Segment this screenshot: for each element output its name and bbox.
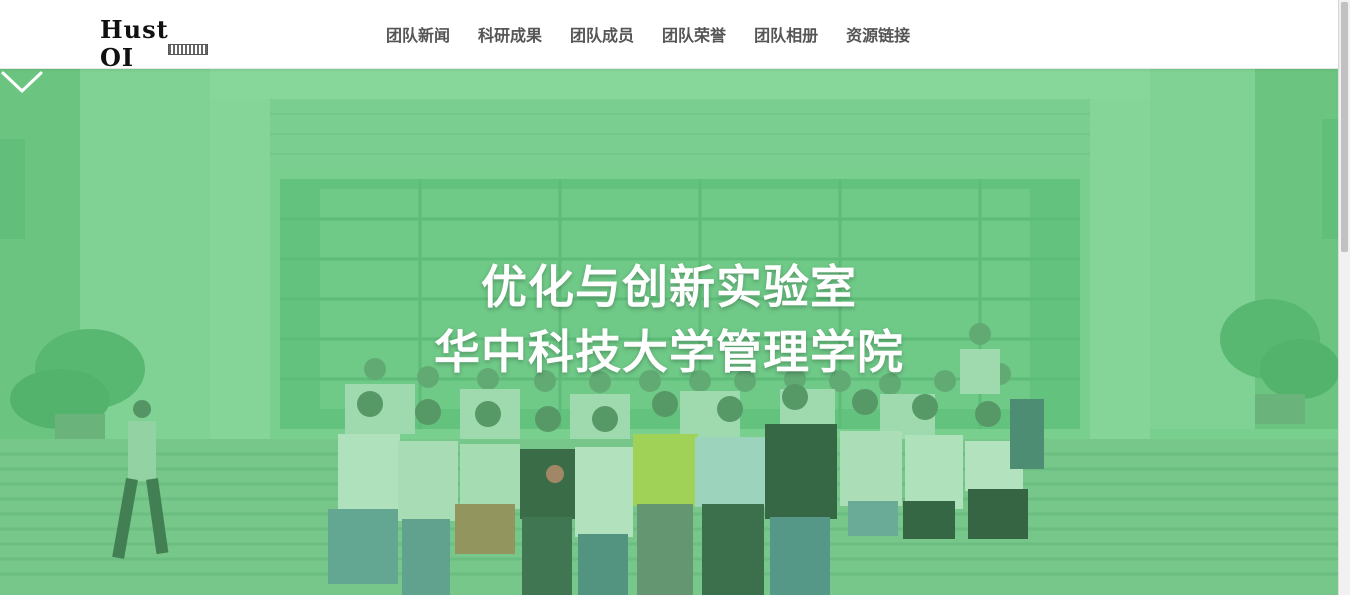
main-nav: 团队新闻 科研成果 团队成员 团队荣誉 团队相册 资源链接 <box>372 0 924 68</box>
top-navbar: Hust OI 团队新闻 科研成果 团队成员 团队荣誉 团队相册 资源链接 <box>0 0 1338 72</box>
hero-title-school-name: 华中科技大学管理学院 <box>434 325 904 379</box>
nav-item-team-news[interactable]: 团队新闻 <box>372 22 464 46</box>
logo-emblem-icon <box>168 44 208 55</box>
scrollbar-thumb[interactable] <box>1341 2 1348 252</box>
hero-banner: 优化与创新实验室 华中科技大学管理学院 <box>0 69 1338 595</box>
nav-item-team-members[interactable]: 团队成员 <box>556 22 648 46</box>
page-scrollbar[interactable] <box>1338 0 1350 595</box>
nav-item-team-honors[interactable]: 团队荣誉 <box>648 22 740 46</box>
hero-title-lab-name: 优化与创新实验室 <box>481 260 857 314</box>
nav-item-team-album[interactable]: 团队相册 <box>740 22 832 46</box>
chevron-down-icon[interactable] <box>0 69 44 95</box>
site-logo[interactable]: Hust OI <box>100 14 210 72</box>
nav-item-research-results[interactable]: 科研成果 <box>464 22 556 46</box>
nav-item-resource-links[interactable]: 资源链接 <box>832 22 924 46</box>
